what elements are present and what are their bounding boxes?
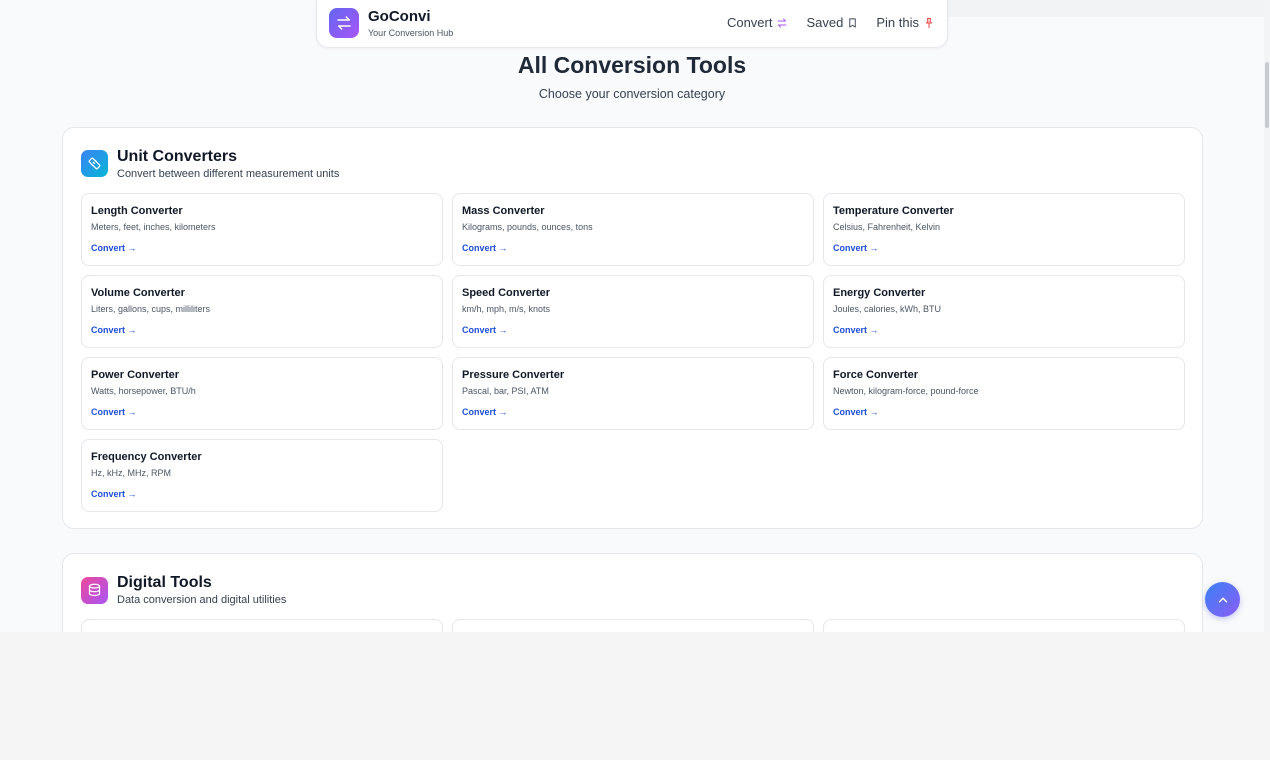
pin-icon <box>926 17 932 28</box>
card-convert-link[interactable]: Convert → <box>833 243 879 253</box>
page-subtitle: Choose your conversion category <box>538 87 726 101</box>
digital-tool-card[interactable] <box>823 619 1185 632</box>
unit-section-title: Unit Converters <box>117 148 238 165</box>
swap-icon <box>777 18 787 27</box>
nav-convert-link[interactable]: Convert <box>727 15 789 30</box>
brand-name[interactable]: GoConvi <box>368 8 431 25</box>
logo[interactable] <box>329 8 359 38</box>
nav-pin-label: Pin this <box>876 15 919 30</box>
converter-card-mass[interactable]: Mass Converter Kilograms, pounds, ounces… <box>452 193 814 266</box>
card-title: Length Converter <box>91 205 183 217</box>
unit-converters-section: Unit Converters Convert between differen… <box>62 127 1203 529</box>
unit-section-icon-box <box>81 150 108 177</box>
converter-card-energy[interactable]: Energy Converter Joules, calories, kWh, … <box>823 275 1185 348</box>
unit-converter-grid: Length Converter Meters, feet, inches, k… <box>81 193 1185 512</box>
nav-saved-link[interactable]: Saved <box>806 15 858 30</box>
card-title: Speed Converter <box>462 287 551 299</box>
bookmark-icon <box>849 17 857 28</box>
card-title: Volume Converter <box>91 287 185 299</box>
brand-tagline: Your Conversion Hub <box>368 28 454 38</box>
card-description: Watts, horsepower, BTU/h <box>91 386 196 396</box>
card-description: Newton, kilogram-force, pound-force <box>833 386 979 396</box>
card-description: Hz, kHz, MHz, RPM <box>91 468 171 478</box>
chevron-up-icon <box>1218 597 1227 602</box>
card-title: Power Converter <box>91 369 180 381</box>
digital-tool-card[interactable] <box>81 619 443 632</box>
card-convert-link[interactable]: Convert → <box>91 489 137 499</box>
digital-section-title: Digital Tools <box>117 574 212 591</box>
page-title: All Conversion Tools <box>517 52 747 78</box>
card-title: Mass Converter <box>462 205 545 217</box>
top-strip <box>948 0 1264 17</box>
converter-card-temperature[interactable]: Temperature Converter Celsius, Fahrenhei… <box>823 193 1185 266</box>
card-convert-link[interactable]: Convert → <box>462 407 508 417</box>
card-description: km/h, mph, m/s, knots <box>462 304 551 314</box>
digital-tools-grid <box>81 619 1185 632</box>
card-description: Kilograms, pounds, ounces, tons <box>462 222 593 232</box>
converter-card-length[interactable]: Length Converter Meters, feet, inches, k… <box>81 193 443 266</box>
nav-pin-link[interactable]: Pin this <box>876 15 935 30</box>
card-convert-link[interactable]: Convert → <box>91 243 137 253</box>
converter-card-power[interactable]: Power Converter Watts, horsepower, BTU/h… <box>81 357 443 430</box>
converter-card-frequency[interactable]: Frequency Converter Hz, kHz, MHz, RPM Co… <box>81 439 443 512</box>
card-title: Frequency Converter <box>91 451 202 463</box>
card-title: Pressure Converter <box>462 369 565 381</box>
digital-tools-section: Digital Tools Data conversion and digita… <box>62 553 1203 632</box>
viewport: GoConvi Your Conversion Hub Convert Save… <box>0 0 1270 632</box>
converter-card-speed[interactable]: Speed Converter km/h, mph, m/s, knots Co… <box>452 275 814 348</box>
card-description: Meters, feet, inches, kilometers <box>91 222 216 232</box>
card-convert-link[interactable]: Convert → <box>91 407 137 417</box>
digital-section-description: Data conversion and digital utilities <box>117 594 287 606</box>
digital-tool-card[interactable] <box>452 619 814 632</box>
scrollbar-thumb[interactable] <box>1265 62 1269 128</box>
digital-section-icon-box <box>81 577 108 604</box>
card-convert-link[interactable]: Convert → <box>462 243 508 253</box>
converter-card-volume[interactable]: Volume Converter Liters, gallons, cups, … <box>81 275 443 348</box>
card-description: Liters, gallons, cups, milliliters <box>91 304 211 314</box>
converter-card-force[interactable]: Force Converter Newton, kilogram-force, … <box>823 357 1185 430</box>
database-icon <box>88 583 101 597</box>
card-convert-link[interactable]: Convert → <box>91 325 137 335</box>
card-title: Force Converter <box>833 369 918 381</box>
nav-convert-label: Convert <box>726 15 773 30</box>
navbar: GoConvi Your Conversion Hub Convert Save… <box>316 0 948 48</box>
card-description: Joules, calories, kWh, BTU <box>833 304 942 314</box>
unit-section-description: Convert between different measurement un… <box>117 168 340 180</box>
card-description: Pascal, bar, PSI, ATM <box>462 386 549 396</box>
card-convert-link[interactable]: Convert → <box>833 325 879 335</box>
card-description: Celsius, Fahrenheit, Kelvin <box>833 222 941 232</box>
nav-saved-label: Saved <box>806 15 844 30</box>
card-convert-link[interactable]: Convert → <box>462 325 508 335</box>
page-scrollbar[interactable] <box>1264 0 1270 632</box>
card-title: Temperature Converter <box>833 205 954 217</box>
ruler-icon <box>88 157 101 170</box>
card-convert-link[interactable]: Convert → <box>833 407 879 417</box>
scroll-to-top-button[interactable] <box>1205 582 1240 617</box>
card-title: Energy Converter <box>833 287 926 299</box>
converter-card-pressure[interactable]: Pressure Converter Pascal, bar, PSI, ATM… <box>452 357 814 430</box>
swap-arrows-icon <box>337 16 351 30</box>
nav-links: Convert Saved Pin this <box>727 15 935 30</box>
